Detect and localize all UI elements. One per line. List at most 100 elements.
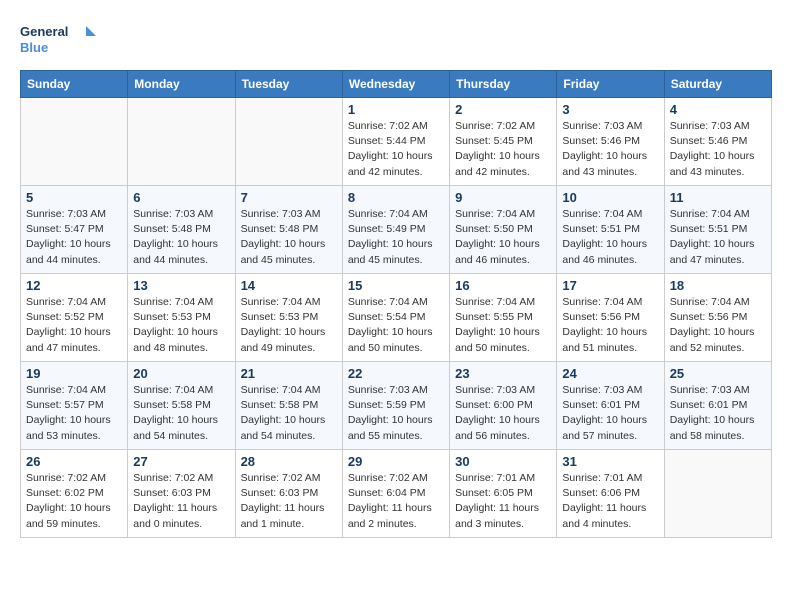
weekday-header: Wednesday: [342, 71, 449, 98]
calendar-cell: [235, 98, 342, 186]
calendar-cell: 4Sunrise: 7:03 AMSunset: 5:46 PMDaylight…: [664, 98, 771, 186]
calendar-cell: 23 Sunrise: 7:03 AMSunset: 6:00 PMDayligh…: [450, 362, 557, 450]
calendar-cell: 25Sunrise: 7:03 AMSunset: 6:01 PMDayligh…: [664, 362, 771, 450]
day-detail: Sunrise: 7:04 AMSunset: 5:57 PMDaylight:…: [26, 383, 122, 444]
day-detail: Sunrise: 7:04 AMSunset: 5:53 PMDaylight:…: [241, 295, 337, 356]
day-detail: Sunrise: 7:04 AMSunset: 5:53 PMDaylight:…: [133, 295, 229, 356]
calendar-cell: 11Sunrise: 7:04 AMSunset: 5:51 PMDayligh…: [664, 186, 771, 274]
day-detail: Sunrise: 7:01 AMSunset: 6:06 PMDaylight:…: [562, 471, 658, 532]
day-number: 6: [133, 190, 229, 205]
calendar-cell: 13 Sunrise: 7:04 AMSunset: 5:53 PMDayligh…: [128, 274, 235, 362]
calendar-cell: 10Sunrise: 7:04 AMSunset: 5:51 PMDayligh…: [557, 186, 664, 274]
calendar-cell: 31 Sunrise: 7:01 AMSunset: 6:06 PMDayligh…: [557, 450, 664, 538]
calendar-week-row: 5 Sunrise: 7:03 AMSunset: 5:47 PMDaylight…: [21, 186, 772, 274]
day-detail: Sunrise: 7:02 AMSunset: 5:45 PMDaylight:…: [455, 119, 551, 180]
day-number: 16: [455, 278, 551, 293]
day-detail: Sunrise: 7:01 AMSunset: 6:05 PMDaylight:…: [455, 471, 551, 532]
calendar-cell: 6 Sunrise: 7:03 AMSunset: 5:48 PMDaylight…: [128, 186, 235, 274]
calendar-cell: 15 Sunrise: 7:04 AMSunset: 5:54 PMDayligh…: [342, 274, 449, 362]
calendar-cell: [21, 98, 128, 186]
day-number: 22: [348, 366, 444, 381]
day-number: 29: [348, 454, 444, 469]
day-number: 14: [241, 278, 337, 293]
day-detail: Sunrise: 7:03 AMSunset: 5:48 PMDaylight:…: [133, 207, 229, 268]
day-number: 31: [562, 454, 658, 469]
calendar-week-row: 1 Sunrise: 7:02 AMSunset: 5:44 PMDaylight…: [21, 98, 772, 186]
logo-svg: General Blue: [20, 20, 100, 60]
day-detail: Sunrise: 7:03 AMSunset: 5:47 PMDaylight:…: [26, 207, 122, 268]
calendar-cell: 3Sunrise: 7:03 AMSunset: 5:46 PMDaylight…: [557, 98, 664, 186]
calendar-cell: 24 Sunrise: 7:03 AMSunset: 6:01 PMDayligh…: [557, 362, 664, 450]
day-detail: Sunrise: 7:03 AMSunset: 6:00 PMDaylight:…: [455, 383, 551, 444]
day-detail: Sunrise: 7:04 AMSunset: 5:50 PMDaylight:…: [455, 207, 551, 268]
calendar-cell: 27 Sunrise: 7:02 AMSunset: 6:03 PMDayligh…: [128, 450, 235, 538]
calendar-cell: 29 Sunrise: 7:02 AMSunset: 6:04 PMDayligh…: [342, 450, 449, 538]
calendar-cell: 17 Sunrise: 7:04 AMSunset: 5:56 PMDayligh…: [557, 274, 664, 362]
day-detail: Sunrise: 7:02 AMSunset: 6:03 PMDaylight:…: [241, 471, 337, 532]
day-number: 2: [455, 102, 551, 117]
weekday-header: Monday: [128, 71, 235, 98]
calendar-cell: 22 Sunrise: 7:03 AMSunset: 5:59 PMDayligh…: [342, 362, 449, 450]
day-number: 5: [26, 190, 122, 205]
calendar-cell: 12 Sunrise: 7:04 AMSunset: 5:52 PMDayligh…: [21, 274, 128, 362]
logo: General Blue: [20, 20, 100, 60]
svg-text:Blue: Blue: [20, 40, 48, 55]
calendar-cell: 18 Sunrise: 7:04 AMSunset: 5:56 PMDayligh…: [664, 274, 771, 362]
day-number: 10: [562, 190, 658, 205]
day-detail: Sunrise: 7:03 AMSunset: 5:48 PMDaylight:…: [241, 207, 337, 268]
day-detail: Sunrise: 7:03 AMSunset: 6:01 PMDaylight:…: [562, 383, 658, 444]
weekday-header: Saturday: [664, 71, 771, 98]
calendar-cell: 16 Sunrise: 7:04 AMSunset: 5:55 PMDayligh…: [450, 274, 557, 362]
day-number: 20: [133, 366, 229, 381]
day-number: 9: [455, 190, 551, 205]
day-number: 4: [670, 102, 766, 117]
day-number: 1: [348, 102, 444, 117]
day-detail: Sunrise: 7:04 AMSunset: 5:54 PMDaylight:…: [348, 295, 444, 356]
calendar-cell: [128, 98, 235, 186]
day-number: 15: [348, 278, 444, 293]
day-number: 27: [133, 454, 229, 469]
day-detail: Sunrise: 7:03 AMSunset: 5:46 PMDaylight:…: [562, 119, 658, 180]
day-number: 19: [26, 366, 122, 381]
day-number: 24: [562, 366, 658, 381]
day-detail: Sunrise: 7:02 AMSunset: 6:02 PMDaylight:…: [26, 471, 122, 532]
calendar-cell: 2 Sunrise: 7:02 AMSunset: 5:45 PMDaylight…: [450, 98, 557, 186]
day-number: 13: [133, 278, 229, 293]
day-number: 18: [670, 278, 766, 293]
day-number: 17: [562, 278, 658, 293]
day-number: 21: [241, 366, 337, 381]
day-number: 28: [241, 454, 337, 469]
day-number: 12: [26, 278, 122, 293]
calendar-cell: 9 Sunrise: 7:04 AMSunset: 5:50 PMDaylight…: [450, 186, 557, 274]
day-detail: Sunrise: 7:02 AMSunset: 6:04 PMDaylight:…: [348, 471, 444, 532]
day-detail: Sunrise: 7:04 AMSunset: 5:55 PMDaylight:…: [455, 295, 551, 356]
calendar-cell: 26 Sunrise: 7:02 AMSunset: 6:02 PMDayligh…: [21, 450, 128, 538]
day-number: 23: [455, 366, 551, 381]
calendar-week-row: 26 Sunrise: 7:02 AMSunset: 6:02 PMDayligh…: [21, 450, 772, 538]
calendar-week-row: 12 Sunrise: 7:04 AMSunset: 5:52 PMDayligh…: [21, 274, 772, 362]
calendar-cell: 20Sunrise: 7:04 AMSunset: 5:58 PMDayligh…: [128, 362, 235, 450]
day-detail: Sunrise: 7:02 AMSunset: 5:44 PMDaylight:…: [348, 119, 444, 180]
calendar-cell: 30 Sunrise: 7:01 AMSunset: 6:05 PMDayligh…: [450, 450, 557, 538]
calendar-cell: 28 Sunrise: 7:02 AMSunset: 6:03 PMDayligh…: [235, 450, 342, 538]
day-detail: Sunrise: 7:02 AMSunset: 6:03 PMDaylight:…: [133, 471, 229, 532]
svg-text:General: General: [20, 24, 68, 39]
day-number: 30: [455, 454, 551, 469]
day-detail: Sunrise: 7:04 AMSunset: 5:49 PMDaylight:…: [348, 207, 444, 268]
day-detail: Sunrise: 7:04 AMSunset: 5:56 PMDaylight:…: [670, 295, 766, 356]
day-detail: Sunrise: 7:04 AMSunset: 5:52 PMDaylight:…: [26, 295, 122, 356]
day-number: 25: [670, 366, 766, 381]
calendar-cell: 7 Sunrise: 7:03 AMSunset: 5:48 PMDaylight…: [235, 186, 342, 274]
day-number: 7: [241, 190, 337, 205]
calendar-cell: 21Sunrise: 7:04 AMSunset: 5:58 PMDayligh…: [235, 362, 342, 450]
day-number: 8: [348, 190, 444, 205]
day-detail: Sunrise: 7:03 AMSunset: 5:59 PMDaylight:…: [348, 383, 444, 444]
calendar-table: SundayMondayTuesdayWednesdayThursdayFrid…: [20, 70, 772, 538]
calendar-cell: 14 Sunrise: 7:04 AMSunset: 5:53 PMDayligh…: [235, 274, 342, 362]
day-detail: Sunrise: 7:04 AMSunset: 5:51 PMDaylight:…: [670, 207, 766, 268]
day-number: 26: [26, 454, 122, 469]
weekday-header-row: SundayMondayTuesdayWednesdayThursdayFrid…: [21, 71, 772, 98]
calendar-cell: 19 Sunrise: 7:04 AMSunset: 5:57 PMDayligh…: [21, 362, 128, 450]
day-detail: Sunrise: 7:04 AMSunset: 5:56 PMDaylight:…: [562, 295, 658, 356]
calendar-cell: 5 Sunrise: 7:03 AMSunset: 5:47 PMDaylight…: [21, 186, 128, 274]
